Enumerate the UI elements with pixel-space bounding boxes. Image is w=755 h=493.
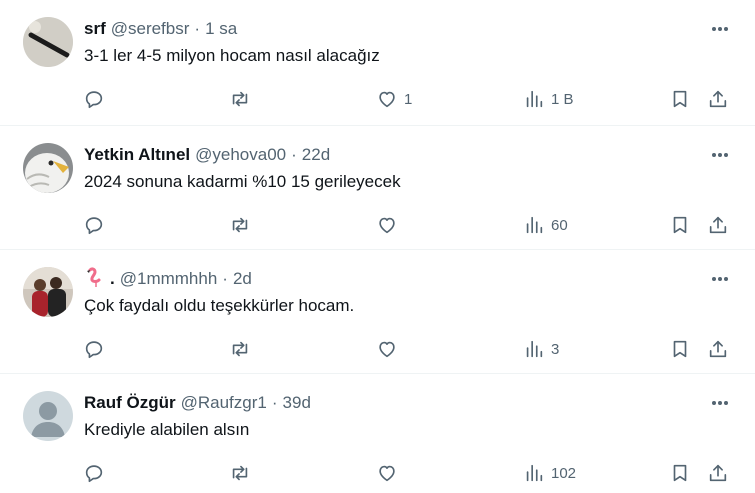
avatar[interactable] — [23, 267, 73, 317]
heart-icon — [379, 341, 395, 358]
share-button[interactable] — [707, 86, 729, 112]
tweet-text: Krediyle alabilen alsın — [84, 420, 250, 439]
view-count: 3 — [551, 340, 560, 358]
view-count: 102 — [551, 464, 577, 482]
more-options-icon[interactable] — [709, 269, 731, 289]
bookmark-icon — [673, 90, 687, 108]
like-count: 1 — [404, 90, 413, 108]
views-icon — [526, 464, 543, 482]
like-button[interactable] — [376, 212, 404, 238]
tweet[interactable]: Yetkin Altınel @yehova00 · 22d 2024 sonu… — [0, 126, 755, 250]
share-button[interactable] — [707, 460, 729, 486]
reply-icon — [85, 465, 103, 483]
bookmark-icon — [673, 340, 687, 358]
retweet-button[interactable] — [229, 86, 251, 112]
action-bar: 3 — [0, 336, 755, 362]
heart-icon — [379, 91, 395, 108]
tweet-text: 3-1 ler 4-5 milyon hocam nasıl alacağız — [84, 46, 380, 65]
tweet-header: Rauf Özgür @Raufzgr1 · 39d — [84, 391, 695, 415]
separator-dot: · — [271, 393, 278, 412]
tweet-text: 2024 sonuna kadarmi %10 15 gerileyecek — [84, 172, 401, 191]
retweet-button[interactable] — [229, 212, 251, 238]
user-handle[interactable]: @yehova00 — [195, 145, 286, 165]
bookmark-button[interactable] — [669, 460, 691, 486]
tweet[interactable]: . @1mmmhhh · 2d Çok faydalı oldu teşekkü… — [0, 250, 755, 374]
retweet-button[interactable] — [229, 460, 251, 486]
timestamp[interactable]: 22d — [302, 145, 330, 165]
more-options-icon[interactable] — [709, 19, 731, 39]
bookmark-button[interactable] — [669, 212, 691, 238]
tweet[interactable]: Rauf Özgür @Raufzgr1 · 39d Krediyle alab… — [0, 374, 755, 493]
heart-icon — [379, 465, 395, 482]
reply-button[interactable] — [83, 212, 105, 238]
views-button[interactable]: 3 — [523, 336, 559, 362]
views-icon — [526, 216, 543, 234]
action-bar: 102 — [0, 460, 755, 486]
more-options-icon[interactable] — [709, 393, 731, 413]
display-name[interactable]: Rauf Özgür — [84, 393, 176, 413]
bookmark-button[interactable] — [669, 86, 691, 112]
share-icon — [709, 340, 727, 358]
views-button[interactable]: 60 — [523, 212, 568, 238]
action-bar: 1 1 B — [0, 86, 755, 112]
views-icon — [526, 340, 543, 358]
avatar[interactable] — [23, 391, 73, 441]
separator-dot: · — [222, 269, 228, 288]
share-button[interactable] — [707, 212, 729, 238]
retweet-icon — [232, 217, 248, 233]
tweet[interactable]: srf @serefbsr · 1 sa 3-1 ler 4-5 milyon … — [0, 0, 755, 126]
views-button[interactable]: 1 B — [523, 86, 574, 112]
timestamp[interactable]: 2d — [233, 269, 252, 289]
share-icon — [709, 216, 727, 234]
reply-icon — [85, 217, 103, 235]
avatar[interactable] — [23, 17, 73, 67]
retweet-button[interactable] — [229, 336, 251, 362]
tweet-header: . @1mmmhhh · 2d — [84, 266, 695, 293]
retweet-icon — [232, 465, 248, 481]
display-name[interactable]: srf — [84, 19, 106, 39]
share-icon — [709, 90, 727, 108]
view-count: 60 — [551, 216, 568, 234]
share-icon — [709, 464, 727, 482]
flamingo-icon — [84, 266, 106, 293]
reply-button[interactable] — [83, 86, 105, 112]
like-button[interactable] — [376, 336, 404, 362]
display-name[interactable]: Yetkin Altınel — [84, 145, 190, 165]
separator-dot: · — [194, 19, 201, 38]
tweet-header: srf @serefbsr · 1 sa — [84, 17, 695, 41]
retweet-icon — [232, 91, 248, 107]
reply-button[interactable] — [83, 460, 105, 486]
like-button[interactable]: 1 — [376, 86, 412, 112]
views-button[interactable]: 102 — [523, 460, 576, 486]
reply-button[interactable] — [83, 336, 105, 362]
tweet-text: Çok faydalı oldu teşekkürler hocam. — [84, 296, 355, 315]
separator-dot: · — [291, 145, 297, 164]
reply-icon — [85, 341, 103, 359]
user-handle[interactable]: @1mmmhhh — [120, 269, 218, 289]
timestamp[interactable]: 1 sa — [205, 19, 237, 39]
display-name[interactable]: . — [110, 269, 115, 289]
timestamp[interactable]: 39d — [283, 393, 311, 413]
avatar[interactable] — [23, 143, 73, 193]
tweet-header: Yetkin Altınel @yehova00 · 22d — [84, 143, 695, 167]
view-count: 1 B — [551, 90, 574, 108]
more-options-icon[interactable] — [709, 145, 731, 165]
action-bar: 60 — [0, 212, 755, 238]
bookmark-button[interactable] — [669, 336, 691, 362]
like-button[interactable] — [376, 460, 404, 486]
user-handle[interactable]: @serefbsr — [111, 19, 190, 39]
reply-icon — [85, 91, 103, 109]
reply-feed: srf @serefbsr · 1 sa 3-1 ler 4-5 milyon … — [0, 0, 755, 493]
share-button[interactable] — [707, 336, 729, 362]
retweet-icon — [232, 341, 248, 357]
bookmark-icon — [673, 216, 687, 234]
views-icon — [526, 90, 543, 108]
bookmark-icon — [673, 464, 687, 482]
heart-icon — [379, 217, 395, 234]
user-handle[interactable]: @Raufzgr1 — [181, 393, 267, 413]
